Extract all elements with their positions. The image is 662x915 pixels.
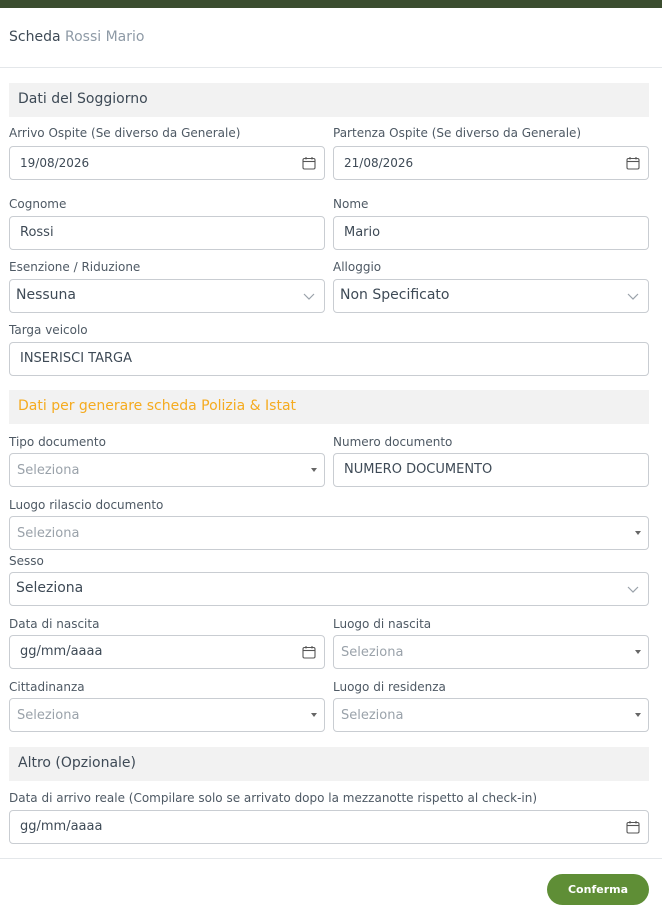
doc-type-select[interactable]: Seleziona [9,453,325,487]
citizenship-select[interactable]: Seleziona [9,698,325,732]
plate-label: Targa veicolo [9,323,88,337]
lodging-value: Non Specificato [340,287,450,303]
real-arrival-date-input[interactable]: gg/mm/aaaa [9,810,649,844]
citizenship-label: Cittadinanza [9,680,85,694]
residence-label: Luogo di residenza [333,680,446,694]
modal-header: Scheda Rossi Mario [0,8,662,68]
section-other-title: Altro (Opzionale) [18,755,137,771]
calendar-icon[interactable] [302,156,316,170]
departure-date-input[interactable]: 21/08/2026 [333,146,649,180]
surname-input[interactable]: Rossi [9,216,325,250]
section-other: Altro (Opzionale) [9,747,649,781]
sex-label: Sesso [9,554,44,568]
departure-date-value: 21/08/2026 [344,156,414,170]
birth-place-value: Seleziona [341,645,404,660]
plate-value: INSERISCI TARGA [20,351,133,366]
section-stay: Dati del Soggiorno [9,83,649,117]
arrival-date-value: 19/08/2026 [20,156,90,170]
guest-name: Rossi Mario [65,29,145,45]
doc-number-value: NUMERO DOCUMENTO [344,462,493,477]
residence-select[interactable]: Seleziona [333,698,649,732]
caret-down-icon [311,713,317,717]
name-label: Nome [333,197,369,211]
exemption-label: Esenzione / Riduzione [9,260,141,274]
birth-date-label: Data di nascita [9,617,100,631]
doc-type-label: Tipo documento [9,435,106,449]
plate-input[interactable]: INSERISCI TARGA [9,342,649,376]
doc-number-label: Numero documento [333,435,453,449]
surname-label: Cognome [9,197,67,211]
calendar-icon[interactable] [626,820,640,834]
name-value: Mario [344,225,381,240]
doc-place-select[interactable]: Seleziona [9,516,649,550]
arrival-label: Arrivo Ospite (Se diverso da Generale) [9,126,241,140]
doc-place-label: Luogo rilascio documento [9,498,164,512]
doc-type-value: Seleziona [17,463,80,478]
caret-down-icon [311,468,317,472]
departure-label: Partenza Ospite (Se diverso da Generale) [333,126,582,140]
citizenship-value: Seleziona [17,708,80,723]
real-arrival-label: Data di arrivo reale (Compilare solo se … [9,791,538,805]
birth-date-input[interactable]: gg/mm/aaaa [9,635,325,669]
chevron-down-icon [627,586,639,593]
birth-date-value: gg/mm/aaaa [20,644,103,659]
top-bar [0,0,662,8]
section-police: Dati per generare scheda Polizia & Istat [9,390,649,424]
arrival-date-input[interactable]: 19/08/2026 [9,146,325,180]
caret-down-icon [635,713,641,717]
section-stay-title: Dati del Soggiorno [18,91,148,107]
lodging-select[interactable]: Non Specificato [333,279,649,313]
lodging-label: Alloggio [333,260,382,274]
sex-value: Seleziona [16,580,84,596]
title-prefix: Scheda [9,29,61,45]
doc-place-value: Seleziona [17,526,80,541]
residence-value: Seleziona [341,708,404,723]
exemption-value: Nessuna [16,287,76,303]
confirm-button[interactable]: Conferma [547,874,649,905]
real-arrival-date-value: gg/mm/aaaa [20,819,103,834]
caret-down-icon [635,531,641,535]
sex-select[interactable]: Seleziona [9,572,649,606]
modal-footer: Conferma [0,858,662,915]
exemption-select[interactable]: Nessuna [9,279,325,313]
chevron-down-icon [627,293,639,300]
section-police-title: Dati per generare scheda Polizia & Istat [18,398,297,414]
birth-place-select[interactable]: Seleziona [333,635,649,669]
modal-title: Scheda Rossi Mario [9,29,144,45]
calendar-icon[interactable] [302,645,316,659]
birth-place-label: Luogo di nascita [333,617,432,631]
caret-down-icon [635,650,641,654]
calendar-icon[interactable] [626,156,640,170]
name-input[interactable]: Mario [333,216,649,250]
surname-value: Rossi [20,225,54,240]
chevron-down-icon [303,293,315,300]
doc-number-input[interactable]: NUMERO DOCUMENTO [333,453,649,487]
